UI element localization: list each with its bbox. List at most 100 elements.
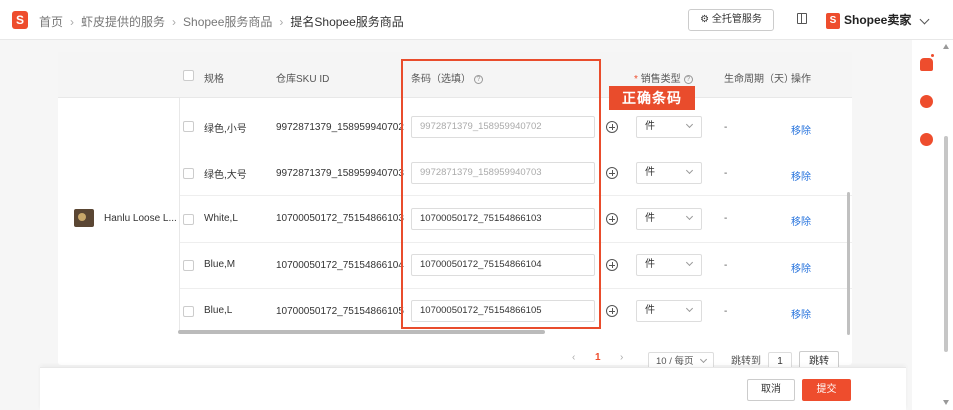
jump-label: 跳转到 (731, 356, 761, 367)
barcode-input[interactable]: 9972871379_158959940703 (411, 162, 595, 184)
remove-link[interactable]: 移除 (791, 306, 811, 321)
sale-type-select[interactable]: 件 (636, 116, 702, 138)
row-sku: 9972871379_158959940702 (276, 122, 404, 133)
notification-bell-icon[interactable] (920, 58, 933, 71)
correct-barcode-annotation: 正确条码 (609, 86, 695, 110)
submit-button[interactable]: 提交 (802, 379, 851, 401)
table-header: 规格 仓库SKU ID 条码（选填）? * 销售类型? 生命周期（天） 操作 (58, 52, 852, 98)
chevron-down-icon (685, 120, 694, 129)
required-mark: * (634, 74, 638, 85)
row-lifecycle: - (724, 168, 728, 179)
breadcrumb-separator-icon: › (279, 15, 284, 29)
sale-type-value: 件 (645, 121, 655, 132)
managed-service-label: 全托管服务 (711, 14, 762, 25)
page-scrollbar[interactable] (944, 136, 948, 352)
row-sku: 10700050172_75154866105 (276, 306, 404, 317)
next-page-icon[interactable]: › (620, 352, 623, 363)
chevron-down-icon (699, 355, 708, 364)
cancel-button[interactable]: 取消 (747, 379, 795, 401)
sale-type-select[interactable]: 件 (636, 162, 702, 184)
barcode-input[interactable]: 10700050172_75154866104 (411, 254, 595, 276)
breadcrumb: 首页 › 虾皮提供的服务 › Shopee服务商品 › 提名Shopee服务商品 (39, 13, 404, 30)
prev-page-icon[interactable]: ‹ (572, 352, 575, 363)
chat-icon[interactable] (920, 133, 933, 146)
product-name: Hanlu Loose L... (104, 213, 177, 224)
remove-link[interactable]: 移除 (791, 260, 811, 275)
breadcrumb-home[interactable]: 首页 (39, 13, 63, 30)
breadcrumb-services[interactable]: 虾皮提供的服务 (81, 13, 165, 30)
sale-type-value: 件 (645, 167, 655, 178)
row-spec: Blue,M (204, 259, 236, 270)
row-spec: 绿色,大号 (204, 170, 247, 181)
sale-type-select[interactable]: 件 (636, 300, 702, 322)
chevron-down-icon (685, 166, 694, 175)
row-divider (180, 242, 852, 243)
seller-brand[interactable]: S Shopee卖家 (826, 11, 911, 29)
help-icon[interactable]: ? (474, 74, 483, 84)
column-barcode: 条码（选填）? (411, 70, 483, 85)
sale-type-select[interactable]: 件 (636, 208, 702, 230)
shopee-logo-icon[interactable]: S (12, 11, 28, 29)
column-lifecycle: 生命周期（天） (724, 74, 794, 85)
row-lifecycle: - (724, 122, 728, 133)
remove-link[interactable]: 移除 (791, 213, 811, 228)
page-size-value: 10 / 每页 (656, 356, 694, 367)
row-divider (180, 288, 852, 289)
brand-label: Shopee卖家 (844, 13, 912, 27)
remove-link[interactable]: 移除 (791, 168, 811, 183)
breadcrumb-service-products[interactable]: Shopee服务商品 (183, 13, 272, 30)
column-sale-type: * 销售类型? (634, 70, 693, 85)
table-vertical-scrollbar[interactable] (847, 192, 850, 335)
row-lifecycle: - (724, 260, 728, 271)
chevron-down-icon[interactable] (919, 14, 930, 25)
sku-table-card: 规格 仓库SKU ID 条码（选填）? * 销售类型? 生命周期（天） 操作 H… (58, 52, 852, 365)
top-bar: S 首页 › 虾皮提供的服务 › Shopee服务商品 › 提名Shopee服务商品 ⚙ 全… (0, 0, 953, 40)
row-checkbox[interactable] (183, 214, 194, 225)
chevron-down-icon (685, 304, 694, 313)
breadcrumb-separator-icon: › (70, 15, 75, 29)
managed-service-button[interactable]: ⚙ 全托管服务 (688, 9, 774, 31)
help-icon[interactable]: ? (683, 74, 693, 84)
chevron-down-icon (685, 212, 694, 221)
column-action: 操作 (791, 74, 811, 85)
row-checkbox[interactable] (183, 260, 194, 271)
notification-dot (930, 53, 935, 58)
row-divider (180, 195, 852, 196)
barcode-input[interactable]: 10700050172_75154866105 (411, 300, 595, 322)
scroll-down-icon[interactable] (943, 400, 949, 405)
column-spec: 规格 (204, 74, 224, 85)
row-checkbox[interactable] (183, 168, 194, 179)
shopee-bag-icon: S (826, 12, 840, 29)
sale-type-value: 件 (645, 213, 655, 224)
select-all-checkbox[interactable] (183, 70, 194, 81)
sale-type-select[interactable]: 件 (636, 254, 702, 276)
barcode-input[interactable]: 10700050172_75154866103 (411, 208, 595, 230)
add-circle-icon[interactable] (606, 259, 618, 271)
column-sale-type-label: 销售类型 (640, 74, 681, 85)
breadcrumb-current: 提名Shopee服务商品 (290, 15, 404, 29)
product-thumbnail (74, 209, 94, 227)
breadcrumb-separator-icon: › (172, 15, 177, 29)
sale-type-value: 件 (645, 305, 655, 316)
remove-link[interactable]: 移除 (791, 122, 811, 137)
row-lifecycle: - (724, 306, 728, 317)
row-checkbox[interactable] (183, 121, 194, 132)
barcode-input[interactable]: 9972871379_158959940702 (411, 116, 595, 138)
column-barcode-label: 条码（选填） (411, 74, 471, 85)
current-page[interactable]: 1 (595, 352, 601, 363)
customer-service-icon[interactable] (920, 95, 933, 108)
row-sku: 10700050172_75154866103 (276, 213, 404, 224)
row-spec: Blue,L (204, 305, 233, 316)
row-checkbox[interactable] (183, 306, 194, 317)
row-spec: White,L (204, 213, 238, 224)
book-icon[interactable] (797, 13, 807, 24)
row-lifecycle: - (724, 213, 728, 224)
horizontal-scrollbar[interactable] (178, 330, 545, 334)
settings-icon: ⚙ (700, 14, 710, 25)
chevron-down-icon (685, 258, 694, 267)
add-circle-icon[interactable] (606, 167, 618, 179)
add-circle-icon[interactable] (606, 213, 618, 225)
add-circle-icon[interactable] (606, 121, 618, 133)
add-circle-icon[interactable] (606, 305, 618, 317)
scroll-up-icon[interactable] (943, 44, 949, 49)
